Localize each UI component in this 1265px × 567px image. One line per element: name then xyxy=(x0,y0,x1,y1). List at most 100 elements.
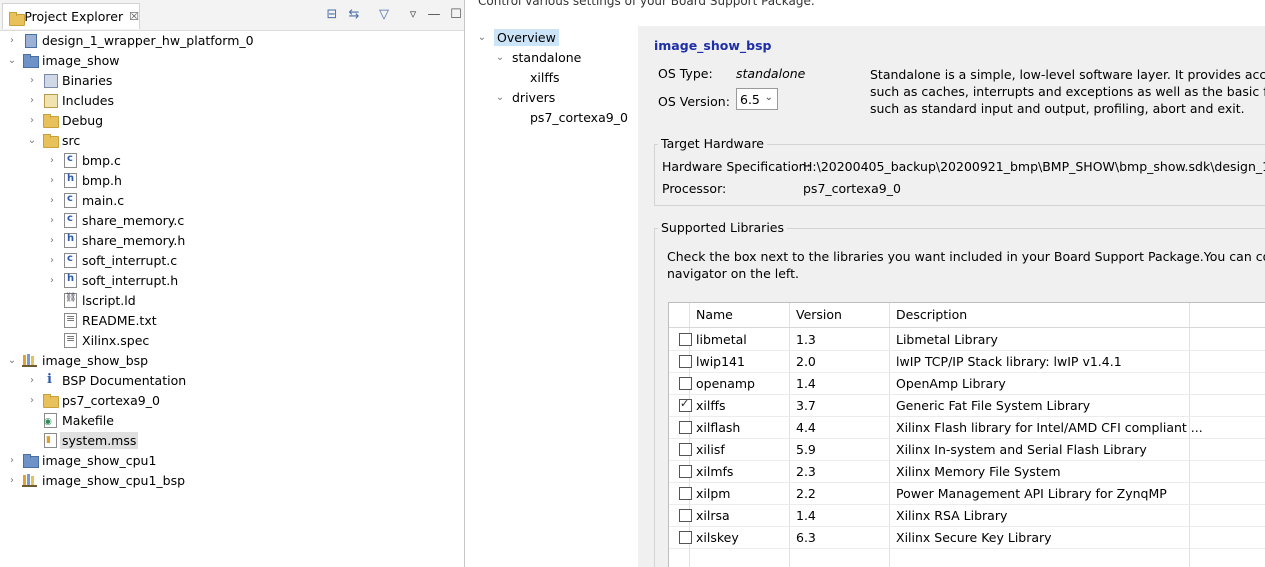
library-checkbox[interactable] xyxy=(679,377,692,390)
tree-item[interactable]: README.txt xyxy=(46,310,157,330)
tree-item-label: main.c xyxy=(82,192,125,208)
minimize-icon[interactable]: — xyxy=(426,7,442,23)
chevron-right-icon[interactable]: › xyxy=(6,474,18,486)
header-divider xyxy=(669,327,1265,328)
library-version: 4.4 xyxy=(796,420,816,435)
chevron-down-icon[interactable]: ⌄ xyxy=(476,32,488,43)
bsp-icon xyxy=(22,352,38,368)
chevron-right-icon[interactable]: › xyxy=(46,254,58,266)
tree-item[interactable]: ⌄ image_show xyxy=(6,50,120,70)
chevron-down-icon[interactable]: ⌄ xyxy=(6,354,18,366)
tree-item[interactable]: › BSP Documentation xyxy=(26,370,186,390)
os-version-select[interactable]: 6.5 ⌄ xyxy=(736,88,778,110)
nav-item[interactable]: ps7_cortexa9_0 xyxy=(512,107,628,127)
tree-item[interactable]: › Debug xyxy=(26,110,103,130)
tree-item[interactable]: ⌄ image_show_bsp xyxy=(6,350,148,370)
chevron-right-icon[interactable]: › xyxy=(46,194,58,206)
chevron-right-icon[interactable]: › xyxy=(46,174,58,186)
libraries-table: Name Version Description libmetal 1.3 Libm… xyxy=(668,302,1265,567)
chevron-right-icon[interactable]: › xyxy=(26,114,38,126)
chevron-right-icon[interactable]: › xyxy=(46,274,58,286)
chevron-down-icon[interactable]: ⌄ xyxy=(26,134,38,146)
row-divider xyxy=(669,526,1265,527)
chevron-right-icon[interactable]: › xyxy=(26,74,38,86)
tree-item[interactable]: › ps7_cortexa9_0 xyxy=(26,390,160,410)
tree-item-label: image_show_bsp xyxy=(42,352,149,368)
cfile-icon xyxy=(62,252,78,268)
inc-icon xyxy=(42,92,58,108)
library-checkbox[interactable] xyxy=(679,465,692,478)
tree-item[interactable]: › share_memory.h xyxy=(46,230,185,250)
tree-item[interactable]: › bmp.h xyxy=(46,170,122,190)
row-divider xyxy=(669,548,1265,549)
library-description: Xilinx Secure Key Library xyxy=(896,530,1052,545)
tree-item[interactable]: › image_show_cpu1_bsp xyxy=(6,470,185,490)
link-editor-icon[interactable]: ⇆ xyxy=(346,7,362,23)
library-checkbox[interactable] xyxy=(679,509,692,522)
tree-item[interactable]: › Includes xyxy=(26,90,114,110)
chevron-right-icon[interactable]: › xyxy=(26,374,38,386)
tree-item[interactable]: Makefile xyxy=(26,410,114,430)
chevron-right-icon[interactable]: › xyxy=(6,34,18,46)
nav-item-label: drivers xyxy=(512,89,556,105)
tree-item-label: share_memory.c xyxy=(82,212,185,228)
hw-spec-value: H:\20200405_backup\20200921_bmp\BMP_SHOW… xyxy=(803,159,1265,174)
tree-item-label: soft_interrupt.c xyxy=(82,252,178,268)
maximize-icon[interactable]: ☐ xyxy=(448,7,464,23)
tree-item-label: system.mss xyxy=(60,431,139,449)
chevron-down-icon[interactable]: ⌄ xyxy=(494,52,506,63)
tree-item-label: Binaries xyxy=(62,72,113,88)
tab-project-explorer[interactable]: Project Explorer ☒ xyxy=(2,3,140,29)
chevron-right-icon[interactable]: › xyxy=(26,94,38,106)
target-hardware-group: Target Hardware Hardware Specification: … xyxy=(654,136,1265,206)
library-checkbox[interactable] xyxy=(679,333,692,346)
library-checkbox[interactable] xyxy=(679,355,692,368)
library-version: 3.7 xyxy=(796,398,816,413)
chevron-right-icon[interactable]: › xyxy=(26,394,38,406)
tree-item[interactable]: ⌄ src xyxy=(26,130,80,150)
column-header-description[interactable]: Description xyxy=(896,307,967,322)
tab-title: Project Explorer xyxy=(24,9,124,24)
close-icon[interactable]: ☒ xyxy=(129,10,139,23)
tree-item[interactable]: › soft_interrupt.h xyxy=(46,270,178,290)
filter-icon[interactable]: ▽ xyxy=(376,7,392,23)
nav-item[interactable]: xilffs xyxy=(512,67,559,87)
tree-item[interactable]: › design_1_wrapper_hw_platform_0 xyxy=(6,30,254,50)
chevron-down-icon[interactable]: ⌄ xyxy=(6,54,18,66)
txtfile-icon xyxy=(62,312,78,328)
library-checkbox[interactable] xyxy=(679,531,692,544)
tree-item[interactable]: › Binaries xyxy=(26,70,112,90)
tree-item[interactable]: system.mss xyxy=(26,430,139,450)
nav-item[interactable]: ⌄ drivers xyxy=(494,87,556,107)
nav-item[interactable]: ⌄ Overview xyxy=(476,27,559,47)
library-name: xilflash xyxy=(696,420,741,435)
libraries-hint: navigator on the left. xyxy=(667,266,799,281)
library-checkbox[interactable] xyxy=(679,487,692,500)
nav-item[interactable]: ⌄ standalone xyxy=(494,47,582,67)
tree-item[interactable]: › bmp.c xyxy=(46,150,121,170)
chevron-right-icon[interactable]: › xyxy=(46,234,58,246)
library-checkbox[interactable] xyxy=(679,421,692,434)
tree-item[interactable]: lscript.ld xyxy=(46,290,136,310)
view-menu-icon[interactable]: ▿ xyxy=(405,7,421,23)
library-checkbox[interactable] xyxy=(679,397,692,412)
hfile-icon xyxy=(62,272,78,288)
chevron-right-icon[interactable]: › xyxy=(46,214,58,226)
library-version: 2.2 xyxy=(796,486,816,501)
collapse-all-icon[interactable]: ⊟ xyxy=(324,7,340,23)
project-explorer: Project Explorer ☒ ⊟ ⇆ ▽ ▿ — ☐ › design_1… xyxy=(0,0,465,567)
library-checkbox[interactable] xyxy=(679,443,692,456)
hw-icon xyxy=(22,32,38,48)
mkfile-icon xyxy=(42,412,58,428)
tree-item[interactable]: › image_show_cpu1 xyxy=(6,450,156,470)
tree-item[interactable]: › soft_interrupt.c xyxy=(46,250,177,270)
tree-item-label: README.txt xyxy=(82,312,157,328)
chevron-right-icon[interactable]: › xyxy=(46,154,58,166)
tree-item[interactable]: › share_memory.c xyxy=(46,210,184,230)
tree-item[interactable]: › main.c xyxy=(46,190,124,210)
tree-item[interactable]: Xilinx.spec xyxy=(46,330,149,350)
column-header-version[interactable]: Version xyxy=(796,307,842,322)
column-header-name[interactable]: Name xyxy=(696,307,733,322)
chevron-right-icon[interactable]: › xyxy=(6,454,18,466)
chevron-down-icon[interactable]: ⌄ xyxy=(494,92,506,103)
